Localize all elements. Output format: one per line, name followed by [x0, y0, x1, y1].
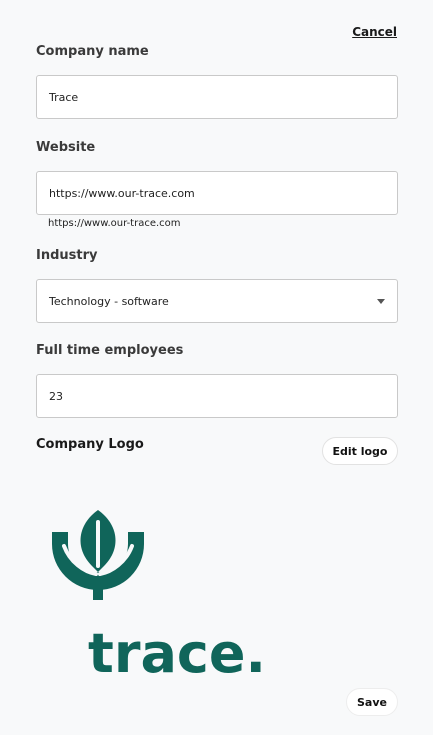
employees-value: 23 — [49, 389, 63, 403]
save-button[interactable]: Save — [346, 688, 398, 716]
company-logo-title: Company Logo — [36, 437, 144, 452]
caret-down-icon — [377, 299, 385, 304]
website-label: Website — [36, 140, 96, 155]
company-name-value: Trace — [49, 90, 79, 104]
company-name-label: Company name — [36, 44, 149, 59]
employees-input[interactable]: 23 — [36, 374, 398, 418]
website-helper-text: https://www.our-trace.com — [48, 218, 181, 229]
industry-label: Industry — [36, 248, 98, 263]
employees-label: Full time employees — [36, 343, 184, 358]
trace-logo-wordmark: trace. — [88, 622, 266, 680]
company-profile-form: Cancel Company name Trace Website https:… — [0, 0, 433, 735]
industry-select[interactable]: Technology - software — [36, 279, 398, 323]
website-value: https://www.our-trace.com — [49, 186, 195, 200]
cancel-link[interactable]: Cancel — [352, 25, 397, 39]
website-input[interactable]: https://www.our-trace.com — [36, 171, 398, 215]
trace-leaf-logo-icon: trace. — [52, 510, 266, 685]
company-logo-image: trace. — [40, 500, 280, 685]
edit-logo-button[interactable]: Edit logo — [322, 437, 398, 465]
industry-value: Technology - software — [49, 294, 169, 308]
company-name-input[interactable]: Trace — [36, 75, 398, 119]
